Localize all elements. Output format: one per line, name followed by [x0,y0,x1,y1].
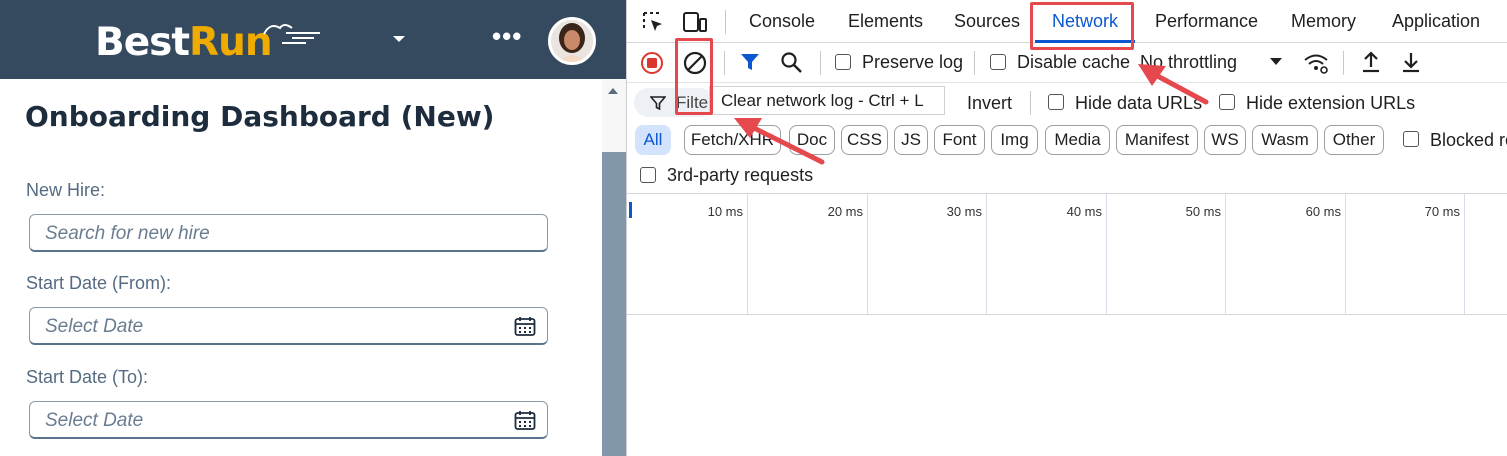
arrow-to-network-tab [1138,64,1209,105]
arrow-to-clear-button [734,118,825,165]
annotation-arrows [734,64,1209,165]
screenshot-root: Best Run ••• Onboarding Dashboard (New) … [0,0,1507,456]
